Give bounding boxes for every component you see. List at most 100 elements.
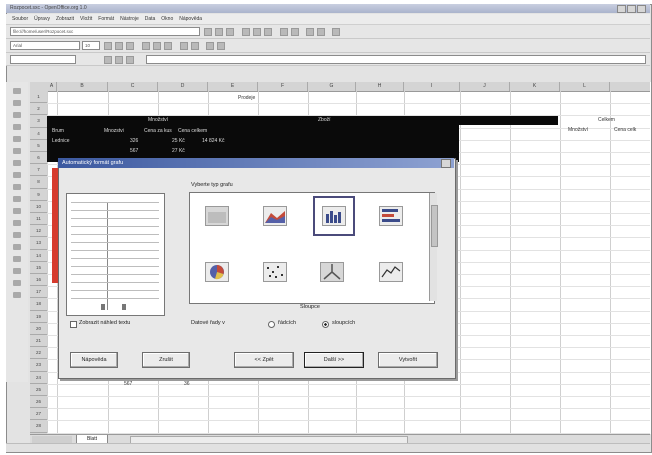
cell-bottom-1[interactable]: 567 [124, 381, 132, 387]
series-in-rows-radio[interactable] [268, 321, 275, 328]
cell-zbozi-header[interactable]: Zboží [318, 117, 331, 123]
row-header-20[interactable]: 20 [30, 323, 47, 335]
row-header-13[interactable]: 13 [30, 237, 47, 250]
row-header-27[interactable]: 27 [30, 408, 47, 421]
row-header-14[interactable]: 14 [30, 250, 47, 262]
row-header-16[interactable]: 16 [30, 274, 47, 287]
navigator-icon[interactable] [306, 28, 314, 36]
row-header-11[interactable]: 11 [30, 213, 47, 226]
chart-type-area[interactable] [198, 199, 236, 233]
row-header-21[interactable]: 21 [30, 335, 47, 348]
row-header-2[interactable]: 2 [30, 103, 47, 116]
column-header-L[interactable]: L [560, 82, 610, 91]
tool-icon-17[interactable] [13, 280, 21, 286]
row-header-1[interactable]: 1 [30, 91, 47, 104]
italic-icon[interactable] [115, 42, 123, 50]
row-header-28[interactable]: 28 [30, 420, 47, 433]
chart-type-bars[interactable] [372, 199, 410, 233]
gallery-scroll-thumb[interactable] [431, 205, 438, 247]
tool-icon-8[interactable] [13, 172, 21, 178]
selected-range-right[interactable] [440, 116, 558, 125]
background-color-icon[interactable] [217, 42, 225, 50]
chart-type-columns[interactable] [313, 196, 355, 236]
menu-item-7[interactable]: Okno [161, 14, 173, 24]
tool-icon-2[interactable] [13, 100, 21, 106]
print-icon[interactable] [226, 28, 234, 36]
column-header-K[interactable]: K [510, 82, 560, 91]
tool-icon-15[interactable] [13, 256, 21, 262]
column-header-G[interactable]: G [308, 82, 356, 91]
row-header-23[interactable]: 23 [30, 359, 47, 372]
menu-item-3[interactable]: Vložit [80, 14, 92, 24]
row-header-6[interactable]: 6 [30, 152, 47, 165]
cell-value-1[interactable]: 326 [130, 138, 138, 144]
menu-item-2[interactable]: Zobrazit [56, 14, 74, 24]
series-in-columns-radio[interactable] [322, 321, 329, 328]
sheet-title-cell[interactable]: Prodeje [238, 95, 255, 101]
chart-type-net[interactable] [313, 255, 351, 289]
column-header-H[interactable]: H [356, 82, 404, 91]
tool-icon-6[interactable] [13, 148, 21, 154]
menu-item-0[interactable]: Soubor [12, 14, 28, 24]
tool-icon-18[interactable] [13, 292, 21, 298]
column-header-E[interactable]: E [208, 82, 258, 91]
tool-icon-12[interactable] [13, 220, 21, 226]
row-header-25[interactable]: 25 [30, 384, 47, 396]
equals-icon[interactable] [126, 56, 134, 64]
bold-icon[interactable] [104, 42, 112, 50]
tool-icon-11[interactable] [13, 208, 21, 214]
column-header-F[interactable]: F [258, 82, 308, 91]
row-header-4[interactable]: 4 [30, 128, 47, 140]
cell-header-cena-celkem[interactable]: Cena celkem [178, 128, 207, 134]
column-header-B[interactable]: B [57, 82, 108, 91]
row-header-17[interactable]: 17 [30, 286, 47, 299]
font-size-field[interactable]: 10 [82, 41, 100, 50]
close-window-button[interactable] [637, 5, 646, 13]
row-header-12[interactable]: 12 [30, 225, 47, 238]
function-wizard-icon[interactable] [104, 56, 112, 64]
menu-item-4[interactable]: Formát [98, 14, 114, 24]
tool-icon-16[interactable] [13, 268, 21, 274]
selected-range[interactable] [47, 116, 459, 162]
row-header-8[interactable]: 8 [30, 176, 47, 189]
cell-item-1[interactable]: Brum [52, 128, 64, 134]
cell-header-mnozstvi[interactable]: Mnozstvi [104, 128, 124, 134]
open-icon[interactable] [204, 28, 212, 36]
tool-icon-5[interactable] [13, 136, 21, 142]
cancel-button[interactable]: Zrušit [142, 352, 190, 368]
borders-icon[interactable] [206, 42, 214, 50]
cell-value-5[interactable]: 27 Kč [172, 148, 185, 154]
tool-icon-13[interactable] [13, 232, 21, 238]
underline-icon[interactable] [126, 42, 134, 50]
font-name-field[interactable]: Arial [10, 41, 80, 50]
column-header-A[interactable]: A [47, 82, 57, 91]
undo-icon[interactable] [280, 28, 288, 36]
menu-item-5[interactable]: Nástroje [120, 14, 139, 24]
cell-value-4[interactable]: 567 [130, 148, 138, 154]
column-header-D[interactable]: D [158, 82, 208, 91]
cut-icon[interactable] [242, 28, 250, 36]
row-header-24[interactable]: 24 [30, 372, 47, 384]
cell-value-2[interactable]: 25 Kč [172, 138, 185, 144]
cell-item-2[interactable]: Lednice [52, 138, 70, 144]
create-button[interactable]: Vytvořit [378, 352, 438, 368]
chart-type-lines[interactable] [372, 255, 410, 289]
save-icon[interactable] [215, 28, 223, 36]
show-text-preview-checkbox[interactable] [70, 321, 77, 328]
row-header-18[interactable]: 18 [30, 298, 47, 311]
url-field[interactable]: file:///home/user/Rozpocet.sxc [10, 27, 200, 36]
chart-type-area-3d[interactable] [256, 199, 294, 233]
sum-icon[interactable] [115, 56, 123, 64]
cell-mnozstvi-header[interactable]: Množství [148, 117, 168, 123]
cell-reference-field[interactable] [10, 55, 76, 64]
tool-icon-3[interactable] [13, 112, 21, 118]
row-header-10[interactable]: 10 [30, 201, 47, 213]
row-header-9[interactable]: 9 [30, 189, 47, 201]
row-header-22[interactable]: 22 [30, 347, 47, 360]
column-header-I[interactable]: I [404, 82, 460, 91]
row-header-5[interactable]: 5 [30, 140, 47, 152]
tool-icon-7[interactable] [13, 160, 21, 166]
row-header-19[interactable]: 19 [30, 311, 47, 323]
row-header-3[interactable]: 3 [30, 115, 47, 128]
maximize-button[interactable] [627, 5, 636, 13]
